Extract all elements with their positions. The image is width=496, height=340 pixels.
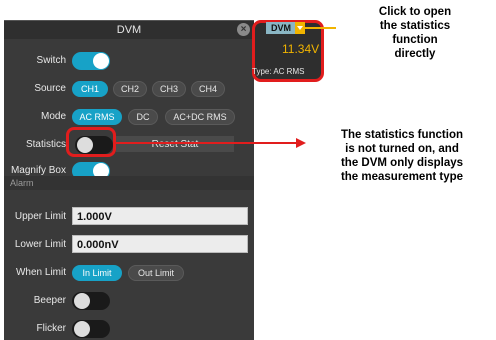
statistics-highlight bbox=[66, 127, 116, 157]
mode-label: Mode bbox=[40, 111, 66, 122]
toggle-knob bbox=[74, 321, 90, 337]
annotation-line: directly bbox=[394, 48, 436, 60]
lower-limit-label: Lower Limit bbox=[14, 239, 66, 250]
annotation-line: function bbox=[392, 34, 438, 46]
upper-limit-field[interactable]: 1.000V bbox=[72, 207, 248, 225]
dvm-type-text: Type: AC RMS bbox=[252, 67, 305, 76]
annotation-line: is not turned on, and bbox=[345, 143, 459, 155]
panel-header: DVM bbox=[4, 21, 254, 39]
upper-limit-label: Upper Limit bbox=[14, 211, 66, 222]
mode-ac-rms-button[interactable]: AC RMS bbox=[72, 109, 122, 125]
beeper-label: Beeper bbox=[33, 295, 66, 306]
switch-toggle[interactable] bbox=[72, 52, 110, 70]
annotation-line: Click to open bbox=[378, 6, 452, 18]
flicker-toggle[interactable] bbox=[72, 320, 110, 338]
panel-title: DVM bbox=[116, 24, 142, 36]
mode-ac-dc-rms-button[interactable]: AC+DC RMS bbox=[165, 109, 235, 125]
out-limit-button[interactable]: Out Limit bbox=[128, 265, 184, 281]
dvm-tab[interactable]: DVM bbox=[266, 22, 296, 34]
annotation-line: the measurement type bbox=[340, 171, 464, 183]
mode-dc-button[interactable]: DC bbox=[128, 109, 158, 125]
annotation-line: the statistics bbox=[379, 20, 451, 32]
dvm-settings-panel: DVM × Switch Source CH1 CH2 CH3 CH4 Mode… bbox=[4, 20, 254, 340]
magnify-box-label: Magnify Box bbox=[10, 165, 66, 176]
annotation-top: Click to open the statistics function di… bbox=[340, 5, 490, 61]
in-limit-button[interactable]: In Limit bbox=[72, 265, 122, 281]
reset-stat-button[interactable]: Reset Stat bbox=[116, 136, 234, 152]
annotation-middle: The statistics function is not turned on… bbox=[308, 128, 496, 184]
when-limit-label: When Limit bbox=[15, 267, 66, 278]
lower-limit-field[interactable]: 0.000nV bbox=[72, 235, 248, 253]
switch-label: Switch bbox=[36, 55, 66, 66]
toggle-knob bbox=[74, 293, 90, 309]
dvm-value: 11.34V bbox=[282, 42, 320, 56]
source-ch3-button[interactable]: CH3 bbox=[152, 81, 186, 97]
source-ch1-button[interactable]: CH1 bbox=[72, 81, 108, 97]
arrow-right-icon bbox=[296, 138, 306, 148]
annotation-line: The statistics function bbox=[340, 129, 464, 141]
source-ch4-button[interactable]: CH4 bbox=[191, 81, 225, 97]
toggle-knob bbox=[93, 53, 109, 69]
annotation-line: the DVM only displays bbox=[340, 157, 464, 169]
chevron-down-icon[interactable] bbox=[295, 22, 305, 34]
flicker-label: Flicker bbox=[36, 323, 66, 334]
source-ch2-button[interactable]: CH2 bbox=[113, 81, 147, 97]
statistics-label: Statistics bbox=[25, 139, 66, 150]
beeper-toggle[interactable] bbox=[72, 292, 110, 310]
source-label: Source bbox=[34, 83, 66, 94]
close-icon[interactable]: × bbox=[237, 23, 250, 36]
alarm-section-header: Alarm bbox=[4, 176, 254, 190]
